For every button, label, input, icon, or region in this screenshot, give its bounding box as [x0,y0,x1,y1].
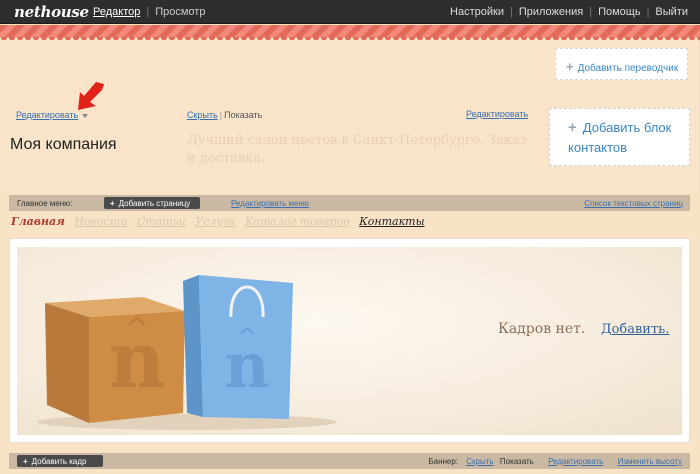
show-banner-label: Показать [499,457,534,466]
nav-item-home[interactable]: Главная [11,215,65,228]
nav-separator: | [509,6,513,18]
banner-controls: Баннер: Скрыть Показать Редактировать Из… [428,457,682,466]
nav-item-catalog[interactable]: Каталог товаров [245,215,350,228]
nav-item-articles[interactable]: Статьи [137,215,186,228]
add-contacts-label: Добавить блок контактов [568,120,672,155]
add-frame-button[interactable]: + Добавить кадр [17,455,103,467]
add-page-button[interactable]: + Добавить страницу [104,197,200,209]
show-slogan-label: Показать [224,110,263,120]
logout-link[interactable]: Выйти [655,6,688,18]
tab-preview[interactable]: Просмотр [155,6,205,18]
plus-icon: + [568,119,577,136]
change-height-link[interactable]: Изменить высоту [618,457,682,466]
chevron-down-icon[interactable] [82,113,89,118]
nav-item-news[interactable]: Новости [74,215,127,228]
company-name[interactable]: Моя компания [10,136,117,154]
text-pages-link[interactable]: Список текстовых страниц [584,199,683,208]
add-contacts-button[interactable]: + Добавить блок контактов [549,108,690,166]
nav-separator: | [589,6,593,18]
add-translator-label: Добавить переводчик [577,63,679,74]
no-frames-text: Кадров нет. [498,321,586,337]
cardboard-box-icon: n ^ [45,297,185,423]
slogan-visibility: Скрыть | Показать [187,110,262,120]
svg-text:^: ^ [237,323,257,351]
main-menu-bar: Главное меню: + Добавить страницу Редакти… [9,195,690,211]
mode-nav: Редактор | Просмотр [93,6,205,18]
account-nav: Настройки | Приложения | Помощь | Выйти [450,6,688,18]
apps-link[interactable]: Приложения [519,6,583,18]
add-translator-button[interactable]: + Добавить переводчик [555,48,688,80]
add-frame-label: Добавить кадр [31,457,87,466]
shopping-bag-icon: n ^ [183,275,293,419]
edit-slogan-link[interactable]: Редактировать [466,109,528,119]
main-menu-label: Главное меню: [17,199,73,208]
logo[interactable]: nethouse [14,3,89,21]
plus-icon: + [23,457,28,466]
banner-illustration: n ^ n ^ [37,275,337,430]
settings-link[interactable]: Настройки [450,6,504,18]
banner-toolbar: + Добавить кадр Баннер: Скрыть Показать Р… [9,453,690,469]
top-bar: nethouse Редактор | Просмотр Настройки | При… [0,0,700,24]
tab-editor[interactable]: Редактор [93,6,140,18]
plus-icon: + [110,199,115,208]
decorative-stripe [0,25,700,37]
edit-menu-link[interactable]: Редактировать меню [231,199,309,208]
slogan-text[interactable]: Лучший салон цветов в Санкт-Петербурге. … [187,132,527,168]
nav-separator: | [146,6,150,18]
hide-slogan-link[interactable]: Скрыть [187,110,218,120]
separator: | [219,110,223,120]
nav-item-services[interactable]: Услуги [195,215,235,228]
nav-separator: | [646,6,650,18]
edit-banner-link[interactable]: Редактировать [548,457,603,466]
banner-label: Баннер: [428,457,459,466]
banner-canvas: n ^ n ^ Кадров нет. Добавить. [17,247,682,435]
red-arrow-icon [78,82,104,110]
banner: n ^ n ^ Кадров нет. Добавить. [9,238,690,443]
plus-icon: + [566,59,574,74]
add-page-label: Добавить страницу [118,199,191,208]
nav-item-contacts[interactable]: Контакты [359,215,424,228]
site-nav: Главная Новости Статьи Услуги Каталог то… [11,215,431,228]
edit-logo-link[interactable]: Редактировать [16,110,78,120]
help-link[interactable]: Помощь [598,6,641,18]
add-frame-link[interactable]: Добавить. [601,322,669,337]
hide-banner-link[interactable]: Скрыть [466,457,493,466]
svg-text:^: ^ [124,312,149,347]
